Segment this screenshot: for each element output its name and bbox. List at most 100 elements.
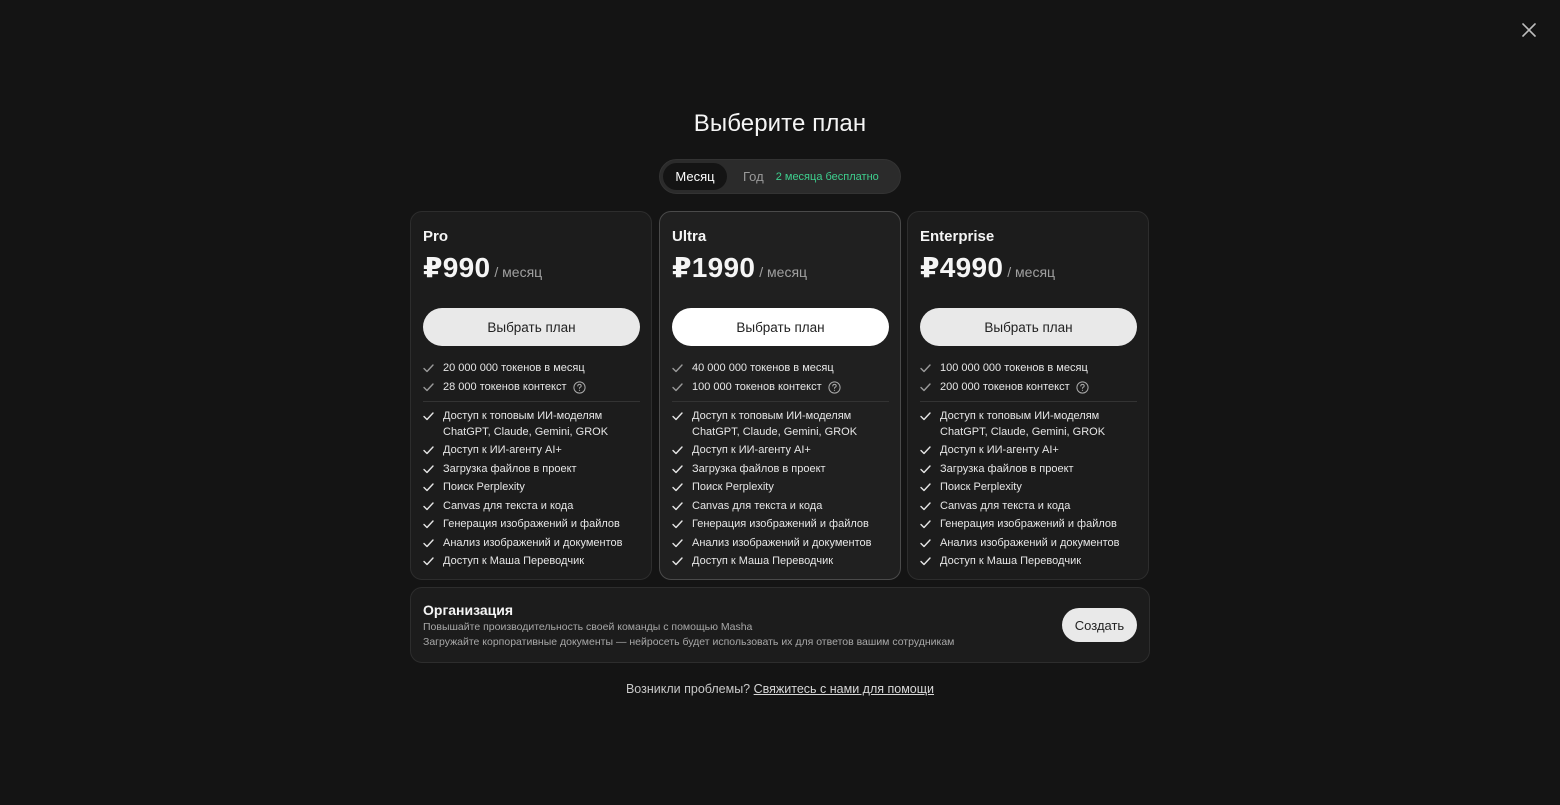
feature-text: Доступ к ИИ-агенту AI+ xyxy=(443,444,562,456)
feature-text: Canvas для текста и кода xyxy=(692,499,823,512)
page-title: Выберите план xyxy=(693,110,867,137)
divider xyxy=(672,401,889,402)
feature-item: Анализ изображений и документов xyxy=(423,536,639,552)
feature-text: Доступ к топовым ИИ-моделям ChatGPT, Cla… xyxy=(692,410,858,438)
plan-price: ₽4990 xyxy=(920,252,1004,283)
feature-text: Доступ к Маша Переводчик xyxy=(692,555,834,567)
divider xyxy=(920,401,1137,402)
plan-period: / месяц xyxy=(494,264,543,280)
toggle-year[interactable]: Год 2 месяца бесплатно xyxy=(727,163,891,190)
feature-item: Загрузка файлов в проект xyxy=(920,462,1136,478)
quota-item: 100 000 000 токенов в месяц xyxy=(920,361,1136,377)
quota-item: 40 000 000 токенов в месяц xyxy=(672,361,888,377)
close-button[interactable] xyxy=(1518,19,1540,41)
quota-item: 200 000 токенов контекст xyxy=(920,380,1136,396)
feature-list: Доступ к топовым ИИ-моделям ChatGPT, Cla… xyxy=(920,409,1136,570)
feature-item: Генерация изображений и файлов xyxy=(920,517,1136,533)
feature-item: Поиск Perplexity xyxy=(423,480,639,496)
plan-period: / месяц xyxy=(759,264,808,280)
plan-card-enterprise: Enterprise ₽4990/ месяц Выбрать план 100 00… xyxy=(907,211,1149,580)
quota-item: 100 000 токенов контекст xyxy=(672,380,888,396)
organization-description-2: Загружайте корпоративные документы — ней… xyxy=(423,636,955,648)
feature-text: Доступ к ИИ-агенту AI+ xyxy=(692,444,811,456)
help-prefix: Возникли проблемы? xyxy=(625,682,751,696)
feature-text: Генерация изображений и файлов xyxy=(692,518,869,530)
year-discount-badge: 2 месяца бесплатно xyxy=(775,170,879,183)
quota-list: 100 000 000 токенов в месяц 200 000 токен… xyxy=(920,361,1136,395)
create-organization-button[interactable]: Создать xyxy=(1062,608,1137,642)
feature-item: Доступ к ИИ-агенту AI+ xyxy=(920,443,1136,459)
quota-text: 28 000 токенов контекст xyxy=(443,380,567,393)
choose-plan-button[interactable]: Выбрать план xyxy=(920,308,1137,346)
feature-item: Доступ к топовым ИИ-моделям ChatGPT, Cla… xyxy=(423,409,639,440)
plan-selection-modal: Выберите план Месяц Год 2 месяца бесплат… xyxy=(0,0,1560,805)
feature-item: Доступ к Маша Переводчик xyxy=(920,554,1136,570)
contact-support-link[interactable]: Свяжитесь с нами для помощи xyxy=(754,682,934,696)
feature-text: Доступ к топовым ИИ-моделям ChatGPT, Cla… xyxy=(443,410,609,438)
feature-item: Загрузка файлов в проект xyxy=(423,462,639,478)
check-icon xyxy=(920,380,932,395)
help-line: Возникли проблемы? Свяжитесь с нами для … xyxy=(0,682,1560,696)
feature-item: Доступ к топовым ИИ-моделям ChatGPT, Cla… xyxy=(920,409,1136,440)
quota-item: 28 000 токенов контекст xyxy=(423,380,639,396)
plan-name: Ultra xyxy=(672,228,707,245)
feature-item: Доступ к ИИ-агенту AI+ xyxy=(423,443,639,459)
check-icon xyxy=(920,517,932,532)
organization-title: Организация xyxy=(423,602,514,618)
check-icon xyxy=(423,361,435,376)
check-icon xyxy=(672,361,684,376)
choose-plan-button[interactable]: Выбрать план xyxy=(672,308,889,346)
choose-plan-button[interactable]: Выбрать план xyxy=(423,308,640,346)
check-icon xyxy=(423,409,435,424)
feature-text: Генерация изображений и файлов xyxy=(940,518,1117,530)
plan-card-ultra: Ultra ₽1990/ месяц Выбрать план 40 000 000 … xyxy=(659,211,901,580)
feature-item: Доступ к Маша Переводчик xyxy=(672,554,888,570)
quota-list: 40 000 000 токенов в месяц 100 000 токено… xyxy=(672,361,888,395)
feature-text: Canvas для текста и кода xyxy=(443,499,574,512)
check-icon xyxy=(423,462,435,477)
plan-name: Pro xyxy=(423,228,449,245)
feature-list: Доступ к топовым ИИ-моделям ChatGPT, Cla… xyxy=(672,409,888,570)
feature-text: Анализ изображений и документов xyxy=(940,536,1120,549)
check-icon xyxy=(920,554,932,569)
close-icon xyxy=(1522,23,1536,37)
check-icon xyxy=(920,409,932,424)
feature-text: Доступ к Маша Переводчик xyxy=(940,555,1082,567)
feature-item: Canvas для текста и кода xyxy=(423,499,639,515)
check-icon xyxy=(920,536,932,551)
check-icon xyxy=(423,443,435,458)
check-icon xyxy=(672,380,684,395)
check-icon xyxy=(672,443,684,458)
organization-card: Организация Повышайте производительность… xyxy=(410,587,1150,663)
divider xyxy=(423,401,640,402)
plan-name: Enterprise xyxy=(920,228,995,245)
plan-price: ₽1990 xyxy=(672,252,756,283)
feature-item: Генерация изображений и файлов xyxy=(423,517,639,533)
feature-item: Генерация изображений и файлов xyxy=(672,517,888,533)
check-icon xyxy=(423,554,435,569)
check-icon xyxy=(672,499,684,514)
help-circle-icon[interactable] xyxy=(828,380,841,395)
check-icon xyxy=(672,409,684,424)
feature-text: Загрузка файлов в проект xyxy=(692,462,826,475)
feature-text: Доступ к ИИ-агенту AI+ xyxy=(940,444,1059,456)
feature-item: Поиск Perplexity xyxy=(920,480,1136,496)
feature-text: Загрузка файлов в проект xyxy=(443,462,577,475)
feature-item: Загрузка файлов в проект xyxy=(672,462,888,478)
organization-description-1: Повышайте производительность своей коман… xyxy=(423,621,753,633)
check-icon xyxy=(920,361,932,376)
quota-list: 20 000 000 токенов в месяц 28 000 токенов… xyxy=(423,361,639,395)
quota-text: 40 000 000 токенов в месяц xyxy=(692,362,834,374)
check-icon xyxy=(423,517,435,532)
check-icon xyxy=(920,443,932,458)
check-icon xyxy=(920,462,932,477)
plan-price: ₽990 xyxy=(423,252,491,283)
toggle-month[interactable]: Месяц xyxy=(663,163,727,190)
help-circle-icon[interactable] xyxy=(572,380,586,395)
help-circle-icon[interactable] xyxy=(1076,380,1089,395)
feature-item: Доступ к ИИ-агенту AI+ xyxy=(672,443,888,459)
toggle-month-label: Месяц xyxy=(675,169,715,184)
feature-item: Доступ к Маша Переводчик xyxy=(423,554,639,570)
feature-text: Анализ изображений и документов xyxy=(443,536,623,549)
price-row: ₽4990/ месяц xyxy=(920,251,1136,291)
